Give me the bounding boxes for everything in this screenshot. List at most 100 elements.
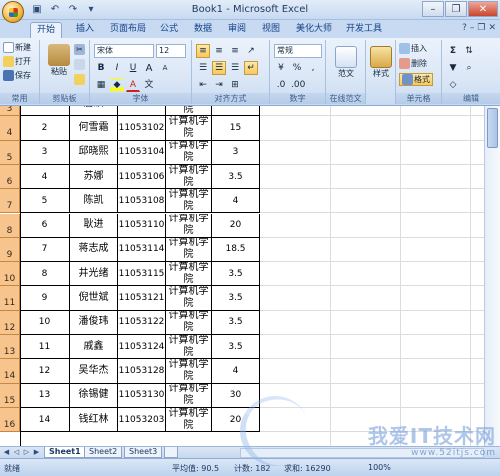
new-button[interactable]: 新建 xyxy=(3,42,31,53)
cell-value[interactable]: 4 xyxy=(212,189,260,214)
sort-filter-icon[interactable]: ⇅ xyxy=(462,44,476,58)
cell-no[interactable]: 8 xyxy=(20,262,70,287)
increase-decimal-icon[interactable]: .0 xyxy=(274,78,288,92)
cell-id[interactable]: 11053108 xyxy=(118,189,166,214)
underline-button[interactable]: U xyxy=(126,61,140,75)
wrap-text-icon[interactable]: ↵ xyxy=(244,61,258,75)
sheet-tab-3[interactable]: Sheet3 xyxy=(124,447,163,458)
cell-name[interactable]: 耿进 xyxy=(70,213,118,238)
tab-home[interactable]: 开始 xyxy=(30,22,63,38)
cell-dept[interactable]: 计算机学院 xyxy=(166,359,212,384)
cell-name[interactable]: 戚鑫 xyxy=(70,335,118,360)
vertical-scrollbar[interactable] xyxy=(484,106,500,446)
font-size-select[interactable]: 12 xyxy=(156,44,186,58)
cell-id[interactable]: 11053124 xyxy=(118,335,166,360)
cell-name[interactable]: 苏娜 xyxy=(70,164,118,190)
decrease-indent-icon[interactable]: ⇤ xyxy=(196,78,210,92)
cell-name[interactable]: 陈凯 xyxy=(70,189,118,214)
tab-developer[interactable]: 开发工具 xyxy=(340,22,388,38)
cell-id[interactable]: 11053128 xyxy=(118,359,166,384)
delete-cells-button[interactable]: 删除 xyxy=(399,58,427,69)
template-button[interactable]: 范文 xyxy=(332,46,360,79)
row-header[interactable]: 8 xyxy=(0,213,20,238)
cell-dept[interactable]: 计算机学院 xyxy=(166,213,212,238)
cell-no[interactable]: 11 xyxy=(20,335,70,360)
row-header[interactable]: 9 xyxy=(0,237,20,263)
increase-indent-icon[interactable]: ⇥ xyxy=(212,78,226,92)
phonetic-icon[interactable]: 文 xyxy=(142,78,156,92)
row-header[interactable]: 11 xyxy=(0,286,20,311)
cell-no[interactable]: 7 xyxy=(20,237,70,263)
worksheet-grid[interactable]: 31唐欣11053218计算机学院7542何雪霜11053102计算机学院155… xyxy=(0,106,500,446)
grow-font-button[interactable]: A xyxy=(142,61,156,75)
row-header[interactable]: 7 xyxy=(0,189,20,214)
clear-icon[interactable]: ◇ xyxy=(446,78,460,92)
prev-sheet-icon[interactable]: ◁ xyxy=(12,448,21,456)
tab-insert[interactable]: 插入 xyxy=(70,22,100,38)
font-color-button[interactable]: A xyxy=(126,78,140,92)
ribbon-close-icon[interactable]: ✕ xyxy=(488,23,496,33)
cell-value[interactable]: 3.5 xyxy=(212,286,260,311)
first-sheet-icon[interactable]: ◀ xyxy=(2,448,11,456)
cell-name[interactable]: 吴华杰 xyxy=(70,359,118,384)
cell-dept[interactable]: 计算机学院 xyxy=(166,262,212,287)
cell-dept[interactable]: 计算机学院 xyxy=(166,237,212,263)
cell-id[interactable]: 11053102 xyxy=(118,116,166,141)
orientation-icon[interactable]: ↗ xyxy=(244,44,258,58)
row-header[interactable]: 3 xyxy=(0,106,20,117)
italic-button[interactable]: I xyxy=(110,61,124,75)
cell-dept[interactable]: 计算机学院 xyxy=(166,335,212,360)
cell-name[interactable]: 邱晓熙 xyxy=(70,140,118,165)
align-right-icon[interactable]: ☰ xyxy=(228,61,242,75)
last-sheet-icon[interactable]: ▶ xyxy=(32,448,41,456)
font-name-select[interactable]: 宋体 xyxy=(94,44,154,58)
minimize-button[interactable]: – xyxy=(422,1,444,17)
cell-dept[interactable]: 计算机学院 xyxy=(166,407,212,433)
row-header[interactable]: 6 xyxy=(0,164,20,190)
cell-dept[interactable]: 计算机学院 xyxy=(166,164,212,190)
cell-id[interactable]: 11053114 xyxy=(118,237,166,263)
row-header[interactable]: 10 xyxy=(0,262,20,287)
cell-name[interactable]: 潘俊玮 xyxy=(70,310,118,335)
cell-value[interactable]: 3.5 xyxy=(212,310,260,335)
next-sheet-icon[interactable]: ▷ xyxy=(22,448,31,456)
cell-value[interactable]: 3.5 xyxy=(212,262,260,287)
insert-cells-button[interactable]: 插入 xyxy=(399,43,427,54)
tab-review[interactable]: 审阅 xyxy=(222,22,252,38)
cell-no[interactable]: 1 xyxy=(20,106,70,117)
sheet-tab-1[interactable]: Sheet1 xyxy=(44,447,86,458)
paste-button[interactable]: 粘贴 xyxy=(46,44,72,77)
decrease-decimal-icon[interactable]: .00 xyxy=(290,78,305,92)
cell-no[interactable]: 12 xyxy=(20,359,70,384)
cell-value[interactable]: 18.5 xyxy=(212,237,260,263)
cell-name[interactable]: 井光绪 xyxy=(70,262,118,287)
tab-view[interactable]: 视图 xyxy=(256,22,286,38)
cell-dept[interactable]: 计算机学院 xyxy=(166,140,212,165)
cell-id[interactable]: 11053106 xyxy=(118,164,166,190)
cell-no[interactable]: 10 xyxy=(20,310,70,335)
cell-value[interactable]: 3.5 xyxy=(212,164,260,190)
tab-formulas[interactable]: 公式 xyxy=(154,22,184,38)
cell-name[interactable]: 蒋志成 xyxy=(70,237,118,263)
new-sheet-icon[interactable] xyxy=(164,447,178,458)
tab-beautify[interactable]: 美化大师 xyxy=(290,22,338,38)
cell-name[interactable]: 倪世斌 xyxy=(70,286,118,311)
align-left-icon[interactable]: ☰ xyxy=(196,61,210,75)
fill-icon[interactable]: ▼ xyxy=(446,61,460,75)
cell-no[interactable]: 4 xyxy=(20,164,70,190)
autosum-button[interactable]: Σ xyxy=(446,44,460,58)
copy-icon[interactable] xyxy=(74,59,85,70)
cell-no[interactable]: 9 xyxy=(20,286,70,311)
shrink-font-button[interactable]: A xyxy=(158,61,172,75)
align-bottom-icon[interactable]: ≡ xyxy=(228,44,242,58)
cell-name[interactable]: 徐锡健 xyxy=(70,383,118,408)
open-button[interactable]: 打开 xyxy=(3,56,31,67)
cell-id[interactable]: 11053122 xyxy=(118,310,166,335)
currency-icon[interactable]: ¥ xyxy=(274,61,288,75)
align-middle-icon[interactable]: ≡ xyxy=(212,44,226,58)
cell-name[interactable]: 钱红林 xyxy=(70,407,118,433)
close-button[interactable]: ✕ xyxy=(468,1,498,17)
row-header[interactable]: 12 xyxy=(0,310,20,335)
cell-id[interactable]: 11053130 xyxy=(118,383,166,408)
format-painter-icon[interactable] xyxy=(74,74,85,85)
